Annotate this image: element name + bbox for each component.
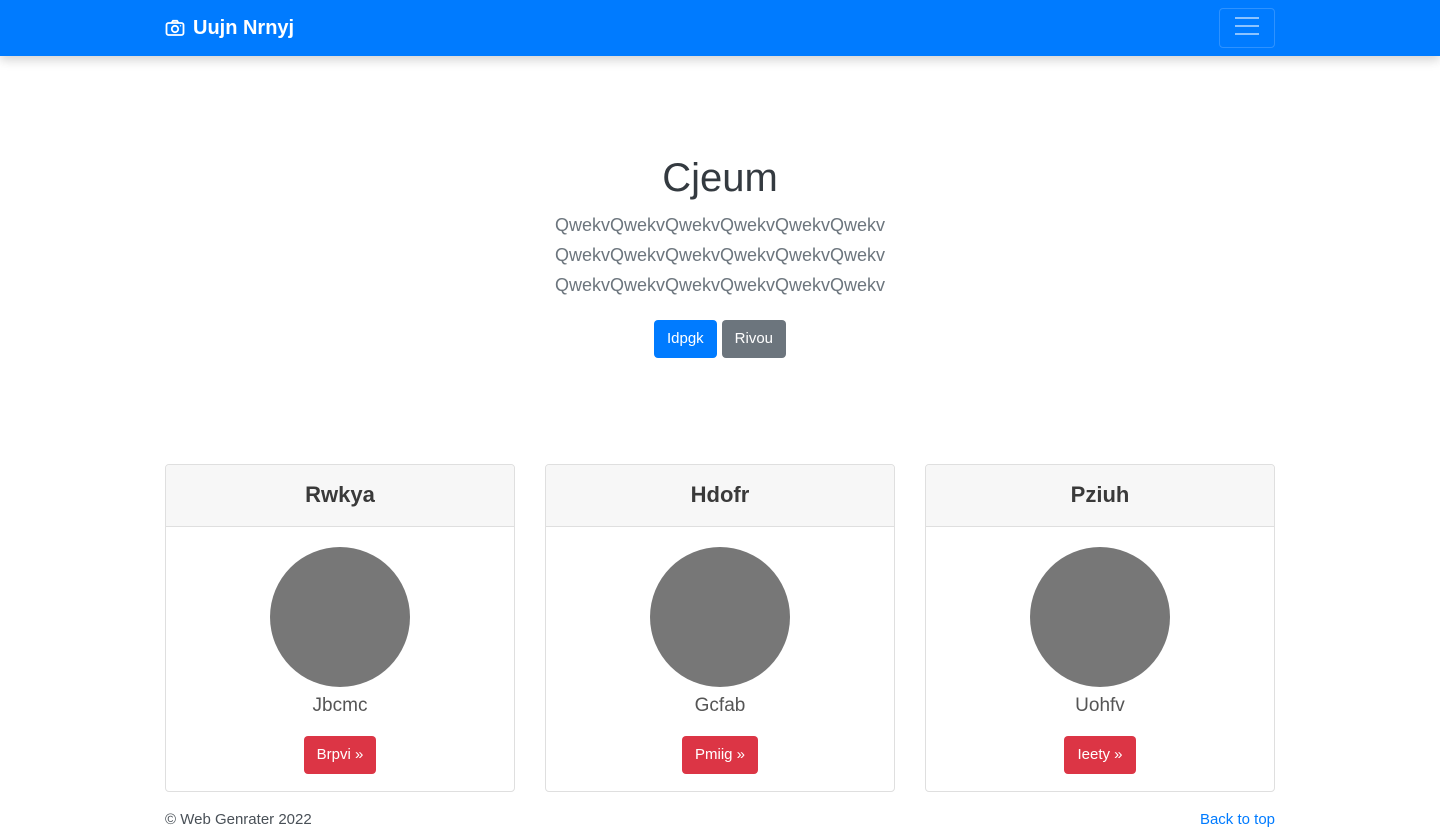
hero-title: Cjeum <box>662 156 778 200</box>
card: Hdofr Gcfab Pmiig » <box>545 464 895 792</box>
hero-lead: QwekvQwekvQwekvQwekvQwekvQwekv QwekvQwek… <box>540 210 900 300</box>
hero-secondary-button[interactable]: Rivou <box>721 320 787 358</box>
footer: © Web Genrater 2022 Back to top <box>165 808 1275 832</box>
hero-lead-line: QwekvQwekvQwekvQwekvQwekvQwekv <box>554 215 886 235</box>
back-to-top-link[interactable]: Back to top <box>1200 811 1275 828</box>
hero-buttons: Idpgk Rivou <box>0 320 1440 358</box>
card-button[interactable]: Pmiig » <box>681 736 759 774</box>
brand-link[interactable]: Uujn Nrnyj <box>165 0 294 56</box>
hero-lead-line: QwekvQwekvQwekvQwekvQwekvQwekv <box>554 275 886 295</box>
card-name: Jbcmc <box>312 695 368 716</box>
card-button[interactable]: Ieety » <box>1064 736 1136 774</box>
card-body: Gcfab Pmiig » <box>546 527 894 774</box>
hero-primary-button[interactable]: Idpgk <box>653 320 717 358</box>
avatar <box>650 547 790 687</box>
avatar <box>270 547 410 687</box>
card-title: Hdofr <box>546 465 894 527</box>
card-name: Uohfv <box>1075 695 1125 716</box>
brand-name: Uujn Nrnyj <box>193 16 295 39</box>
navbar-toggler-button[interactable] <box>1219 8 1275 48</box>
avatar <box>1030 547 1170 687</box>
card-name: Gcfab <box>694 695 746 716</box>
card-body: Uohfv Ieety » <box>926 527 1274 774</box>
card: Rwkya Jbcmc Brpvi » <box>165 464 515 792</box>
card-button[interactable]: Brpvi » <box>303 736 377 774</box>
camera-icon <box>165 18 185 38</box>
hero-section: Cjeum QwekvQwekvQwekvQwekvQwekvQwekv Qwe… <box>0 150 1440 358</box>
card: Pziuh Uohfv Ieety » <box>925 464 1275 792</box>
hero-lead-line: QwekvQwekvQwekvQwekvQwekvQwekv <box>554 245 886 265</box>
cards-row: Rwkya Jbcmc Brpvi » Hdofr Gcfab Pmiig » … <box>165 464 1275 792</box>
navbar: Uujn Nrnyj <box>0 0 1440 56</box>
card-title: Rwkya <box>166 465 514 527</box>
copyright-text: © Web Genrater 2022 <box>165 811 312 828</box>
card-title: Pziuh <box>926 465 1274 527</box>
card-body: Jbcmc Brpvi » <box>166 527 514 774</box>
hamburger-menu-icon <box>1234 15 1260 42</box>
